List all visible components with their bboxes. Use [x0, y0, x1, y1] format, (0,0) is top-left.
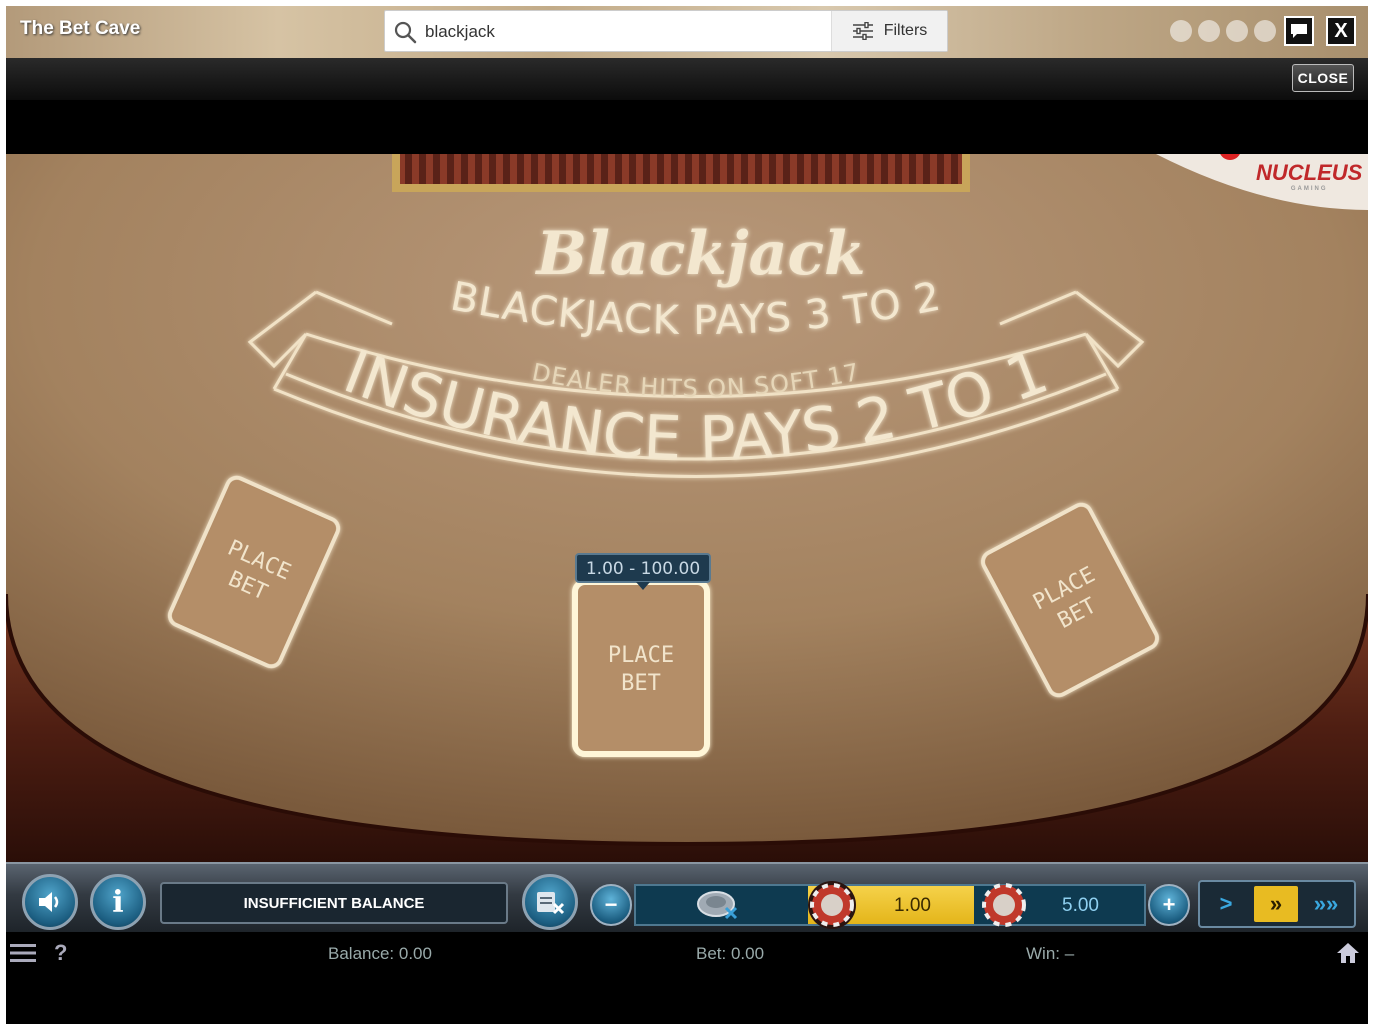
info-icon: i — [112, 884, 124, 920]
search-icon — [394, 21, 417, 44]
chip-value: 1.00 — [894, 895, 931, 916]
question-icon: ? — [54, 940, 68, 965]
bet-limit-text: 1.00 - 100.00 — [586, 559, 700, 579]
chip-slot[interactable]: 5.00 — [974, 883, 1144, 927]
chevron-right-icon: > — [1219, 891, 1233, 916]
balance-display: Balance: 0.00 — [328, 944, 432, 963]
site-title: The Bet Cave — [20, 18, 141, 39]
control-bar: i INSUFFICIENT BALANCE − 1.00 5.00 + > »… — [6, 862, 1368, 932]
home-icon — [1337, 943, 1359, 963]
bet-display: Bet: 0.00 — [696, 944, 765, 963]
bet-spot-center[interactable]: PLACE BET — [572, 579, 710, 757]
speed-turbo-button[interactable]: »» — [1304, 886, 1348, 922]
chip-selector: 1.00 5.00 — [634, 881, 1146, 929]
hamburger-icon — [10, 944, 36, 962]
win-display: Win: – — [1026, 944, 1075, 963]
status-message: INSUFFICIENT BALANCE — [160, 882, 508, 924]
chat-button[interactable] — [1284, 16, 1314, 46]
search-box: Filters — [384, 10, 948, 52]
chat-icon — [1291, 24, 1307, 38]
help-button[interactable]: ? — [54, 940, 67, 966]
chip-value: 5.00 — [1062, 895, 1099, 916]
filters-label: Filters — [883, 22, 928, 39]
game-window: The Bet Cave Filters — [6, 6, 1368, 1024]
info-button[interactable]: i — [90, 874, 146, 930]
game-speed-selector: > » »» — [1198, 880, 1356, 928]
brand-sub: GAMING — [1290, 186, 1328, 192]
decrease-bet-button[interactable]: − — [590, 884, 632, 926]
sound-button[interactable] — [22, 874, 78, 930]
speed-fast-button[interactable]: » — [1254, 886, 1298, 922]
increase-bet-button[interactable]: + — [1148, 884, 1190, 926]
game-toolbar: CLOSE — [6, 58, 1368, 100]
close-game-button[interactable]: CLOSE — [1292, 64, 1354, 92]
bet-spot-label: BET — [621, 671, 661, 696]
filters-button[interactable]: Filters — [831, 11, 947, 51]
chip-icon — [982, 883, 1026, 927]
sliders-icon — [852, 22, 873, 40]
home-button[interactable] — [1336, 942, 1360, 969]
chip-icon — [808, 881, 856, 929]
chip-slot-selected[interactable]: 1.00 — [808, 881, 974, 929]
chip-stack-icon — [697, 891, 738, 920]
speed-normal-button[interactable]: > — [1204, 886, 1248, 922]
clear-bets-icon — [537, 892, 565, 915]
triple-chevron-icon: »» — [1313, 891, 1339, 916]
chip-slot-empty[interactable] — [636, 886, 808, 924]
game-title: Blackjack — [534, 219, 865, 289]
menu-button[interactable] — [10, 942, 36, 969]
info-bar: ? Balance: 0.00 Bet: 0.00 Win: – — [6, 932, 1368, 976]
search-input[interactable] — [425, 17, 825, 47]
minus-icon: − — [604, 892, 618, 917]
clear-bets-button[interactable] — [522, 874, 578, 930]
site-header: The Bet Cave Filters — [6, 6, 1368, 58]
table-graphic: Blackjack BLACKJACK PAYS 3 TO 2 DEALER H… — [6, 154, 1368, 864]
speaker-icon — [39, 892, 59, 912]
bet-spot-label: PLACE — [608, 643, 674, 668]
brand-logo: NUCLEUS GAMING — [1256, 160, 1362, 192]
blackjack-table: Blackjack BLACKJACK PAYS 3 TO 2 DEALER H… — [6, 154, 1368, 864]
close-icon: X — [1334, 19, 1348, 42]
brand-name: NUCLEUS — [1256, 160, 1363, 185]
plus-icon: + — [1162, 892, 1176, 917]
close-window-button[interactable]: X — [1326, 16, 1356, 46]
blurred-decoration — [1170, 20, 1276, 42]
double-chevron-icon: » — [1269, 891, 1283, 916]
